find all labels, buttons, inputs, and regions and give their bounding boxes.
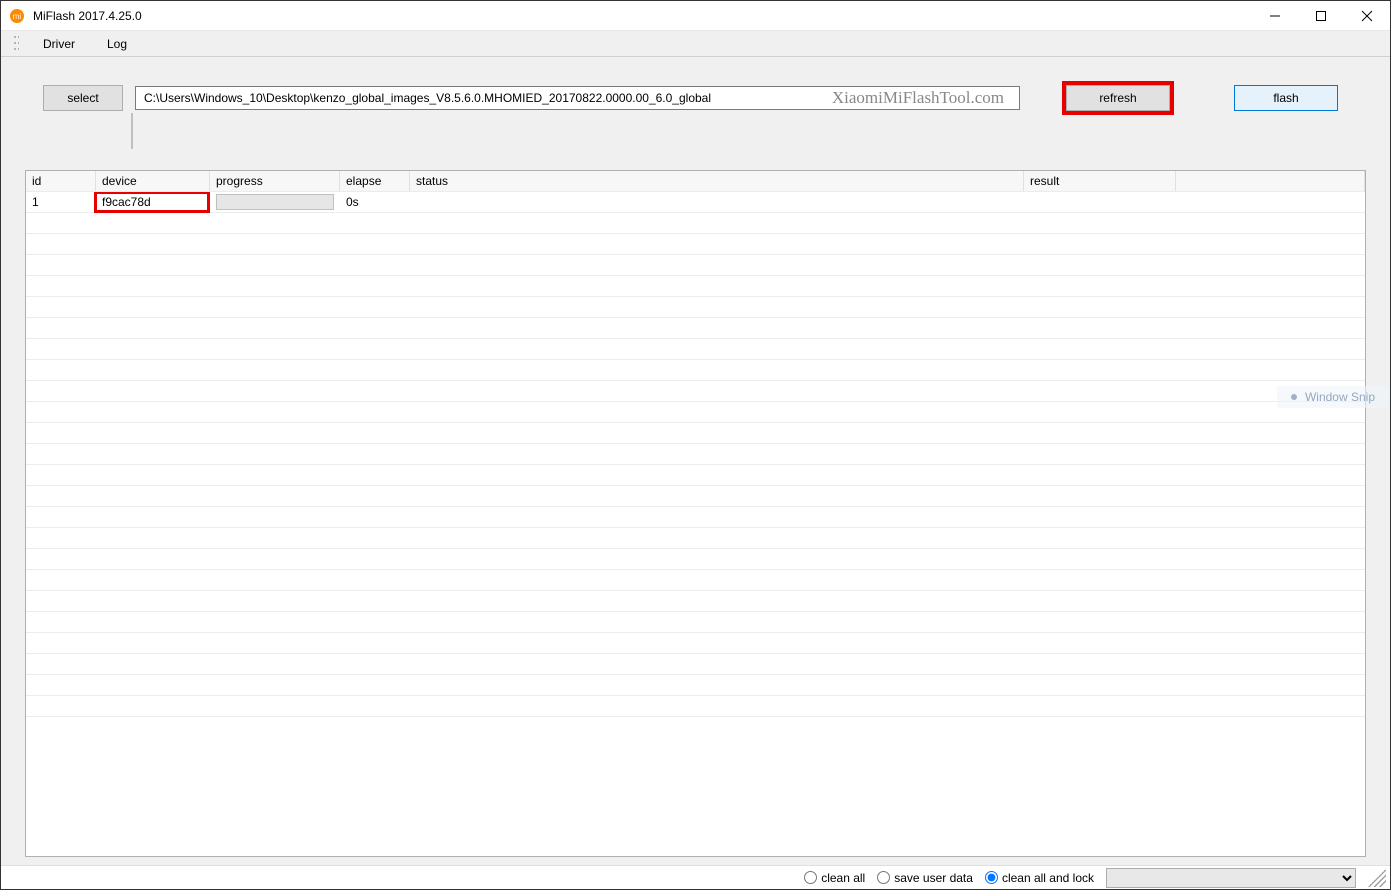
- svg-text:mi: mi: [13, 12, 22, 21]
- menubar: Driver Log: [1, 31, 1390, 57]
- menu-log[interactable]: Log: [93, 35, 141, 53]
- script-combo[interactable]: [1106, 868, 1356, 888]
- cell-result: [1024, 192, 1176, 212]
- col-id[interactable]: id: [26, 171, 96, 191]
- resize-grip[interactable]: [1368, 869, 1386, 887]
- table-row[interactable]: [26, 549, 1365, 570]
- table-row[interactable]: [26, 297, 1365, 318]
- table-row[interactable]: [26, 633, 1365, 654]
- cell-progress: [210, 192, 340, 212]
- table-row[interactable]: [26, 213, 1365, 234]
- cell-device: f9cac78d: [96, 192, 210, 212]
- radio-clean-all-and-lock-input[interactable]: [985, 871, 998, 884]
- radio-save-user-data-label: save user data: [894, 871, 973, 885]
- table-row[interactable]: [26, 339, 1365, 360]
- app-icon: mi: [9, 8, 25, 24]
- cell-elapse: 0s: [340, 192, 410, 212]
- table-row[interactable]: [26, 360, 1365, 381]
- device-grid[interactable]: id device progress elapse status result …: [25, 170, 1366, 857]
- menubar-grip: [13, 35, 19, 53]
- radio-clean-all-label: clean all: [821, 871, 865, 885]
- device-table-area: id device progress elapse status result …: [1, 170, 1390, 865]
- col-elapse[interactable]: elapse: [340, 171, 410, 191]
- col-device[interactable]: device: [96, 171, 210, 191]
- radio-clean-all-and-lock-label: clean all and lock: [1002, 871, 1094, 885]
- table-row[interactable]: [26, 486, 1365, 507]
- cell-extra: [1176, 192, 1365, 212]
- radio-save-user-data-input[interactable]: [877, 871, 890, 884]
- table-row[interactable]: [26, 696, 1365, 717]
- cell-status: [410, 192, 1024, 212]
- statusbar: clean all save user data clean all and l…: [1, 865, 1390, 889]
- window-title: MiFlash 2017.4.25.0: [33, 9, 142, 23]
- table-row[interactable]: [26, 318, 1365, 339]
- radio-clean-all[interactable]: clean all: [804, 871, 865, 885]
- col-extra[interactable]: [1176, 171, 1365, 191]
- table-row[interactable]: [26, 402, 1365, 423]
- table-row[interactable]: [26, 570, 1365, 591]
- titlebar: mi MiFlash 2017.4.25.0: [1, 1, 1390, 31]
- table-row[interactable]: 1f9cac78d 0s: [26, 192, 1365, 213]
- flash-mode-radio-group: clean all save user data clean all and l…: [804, 871, 1094, 885]
- table-row[interactable]: [26, 507, 1365, 528]
- table-row[interactable]: [26, 675, 1365, 696]
- table-row[interactable]: [26, 255, 1365, 276]
- select-button[interactable]: select: [43, 85, 123, 111]
- toolbar-sub: [1, 111, 1390, 170]
- col-progress[interactable]: progress: [210, 171, 340, 191]
- table-row[interactable]: [26, 381, 1365, 402]
- toolbar: select XiaomiMiFlashTool.com refresh fla…: [1, 57, 1390, 111]
- table-row[interactable]: [26, 612, 1365, 633]
- grid-body: 1f9cac78d 0s: [26, 192, 1365, 856]
- minimize-button[interactable]: [1252, 1, 1298, 31]
- col-result[interactable]: result: [1024, 171, 1176, 191]
- table-row[interactable]: [26, 591, 1365, 612]
- table-row[interactable]: [26, 465, 1365, 486]
- table-row[interactable]: [26, 276, 1365, 297]
- window-snip-label: Window Snip: [1305, 390, 1375, 404]
- grid-header: id device progress elapse status result: [26, 171, 1365, 192]
- table-row[interactable]: [26, 423, 1365, 444]
- refresh-button[interactable]: refresh: [1066, 85, 1170, 111]
- close-button[interactable]: [1344, 1, 1390, 31]
- table-row[interactable]: [26, 654, 1365, 675]
- radio-clean-all-and-lock[interactable]: clean all and lock: [985, 871, 1094, 885]
- table-row[interactable]: [26, 444, 1365, 465]
- menu-driver[interactable]: Driver: [29, 35, 89, 53]
- path-input[interactable]: [135, 86, 1020, 110]
- flash-button[interactable]: flash: [1234, 85, 1338, 111]
- table-row[interactable]: [26, 234, 1365, 255]
- table-row[interactable]: [26, 528, 1365, 549]
- progress-bar: [216, 194, 334, 210]
- radio-clean-all-input[interactable]: [804, 871, 817, 884]
- radio-save-user-data[interactable]: save user data: [877, 871, 973, 885]
- cell-id: 1: [26, 192, 96, 212]
- window-snip-overlay: Window Snip: [1277, 386, 1389, 408]
- maximize-button[interactable]: [1298, 1, 1344, 31]
- col-status[interactable]: status: [410, 171, 1024, 191]
- snip-dot-icon: [1291, 394, 1297, 400]
